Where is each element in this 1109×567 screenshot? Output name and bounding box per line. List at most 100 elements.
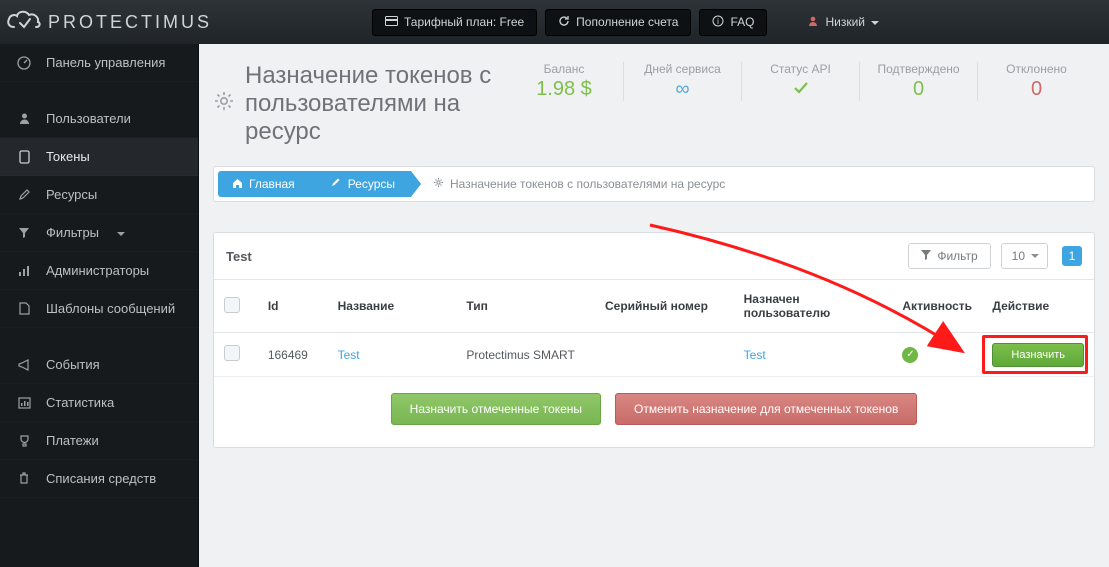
sidebar-item-label: Панель управления [46, 55, 165, 70]
stats-bar: Баланс 1.98 $ Дней сервиса ∞ Статус API … [505, 62, 1095, 101]
stat-confirmed: Подтверждено 0 [859, 62, 977, 101]
sidebar-item-debits[interactable]: Списания средств [0, 460, 198, 498]
col-action: Действие [982, 280, 1094, 333]
col-assigned: Назначен пользователю [734, 280, 893, 333]
sidebar-item-label: Списания средств [46, 471, 156, 486]
col-id: Id [258, 280, 328, 333]
page-title: Назначение токенов с пользователями на р… [213, 62, 505, 146]
table-header-row: Id Название Тип Серийный номер Назначен … [214, 280, 1094, 333]
stat-value: ∞ [628, 78, 737, 101]
chart-icon [16, 397, 32, 409]
breadcrumb-home[interactable]: Главная [218, 171, 311, 197]
unassign-checked-button[interactable]: Отменить назначение для отмеченных токен… [615, 393, 917, 425]
unassign-checked-label: Отменить назначение для отмеченных токен… [634, 402, 898, 416]
sidebar-item-filters[interactable]: Фильтры [0, 214, 198, 252]
topup-label: Пополнение счета [576, 15, 678, 29]
breadcrumb-label: Назначение токенов с пользователями на р… [450, 177, 725, 191]
refresh-icon [558, 15, 570, 30]
cell-name-link[interactable]: Test [338, 348, 360, 362]
select-all-checkbox[interactable] [224, 297, 240, 313]
caret-down-icon [117, 225, 125, 240]
sidebar-item-templates[interactable]: Шаблоны сообщений [0, 290, 198, 328]
bars-icon [16, 265, 32, 277]
active-check-icon: ✓ [902, 347, 918, 363]
stat-value: 0 [864, 78, 973, 101]
col-name: Название [328, 280, 457, 333]
assign-button[interactable]: Назначить [992, 343, 1084, 367]
brand-text: PROTECTIMUS [48, 12, 212, 33]
sidebar-separator [0, 82, 198, 100]
breadcrumb-label: Главная [249, 177, 295, 191]
plan-label: Тарифный план: Free [404, 15, 524, 29]
stat-rejected: Отклонено 0 [977, 62, 1095, 101]
sidebar-item-label: Пользователи [46, 111, 131, 126]
faq-label: FAQ [730, 15, 754, 29]
megaphone-icon [16, 359, 32, 371]
page-title-text: Назначение токенов с пользователями на р… [245, 62, 505, 146]
faq-button[interactable]: i FAQ [699, 9, 767, 36]
stat-value: 0 [982, 78, 1091, 101]
dashboard-icon [16, 56, 32, 70]
sidebar-item-users[interactable]: Пользователи [0, 100, 198, 138]
home-icon [232, 177, 243, 191]
tokens-table: Id Название Тип Серийный номер Назначен … [214, 280, 1094, 377]
svg-text:i: i [718, 17, 720, 26]
filter-button[interactable]: Фильтр [908, 243, 990, 269]
document-icon [16, 302, 32, 315]
sidebar-item-label: События [46, 357, 100, 372]
topbar-buttons: Тарифный план: Free Пополнение счета i F… [372, 9, 767, 36]
col-type: Тип [456, 280, 595, 333]
row-checkbox[interactable] [224, 345, 240, 361]
sidebar-item-label: Платежи [46, 433, 99, 448]
stat-label: Подтверждено [864, 62, 973, 76]
user-label: Низкий [825, 15, 865, 29]
filter-label: Фильтр [937, 249, 977, 263]
user-icon [807, 15, 819, 30]
stat-days: Дней сервиса ∞ [623, 62, 741, 101]
tokens-panel: Test Фильтр 10 1 Id Название Тип Серийны… [213, 232, 1095, 448]
content-area: Назначение токенов с пользователями на р… [199, 44, 1109, 567]
sidebar-item-tokens[interactable]: Токены [0, 138, 198, 176]
sidebar-separator [0, 328, 198, 346]
cell-assigned-link[interactable]: Test [744, 348, 766, 362]
stat-label: Отклонено [982, 62, 1091, 76]
breadcrumb-resources[interactable]: Ресурсы [311, 171, 411, 197]
page-number: 1 [1069, 249, 1076, 263]
page-size-value: 10 [1012, 249, 1025, 263]
col-serial: Серийный номер [595, 280, 734, 333]
sidebar-item-events[interactable]: События [0, 346, 198, 384]
edit-icon [16, 188, 32, 201]
page-header: Назначение токенов с пользователями на р… [199, 44, 1109, 158]
sidebar-item-label: Шаблоны сообщений [46, 301, 175, 316]
check-icon [746, 78, 855, 101]
stat-label: Статус API [746, 62, 855, 76]
page-number-badge[interactable]: 1 [1062, 246, 1082, 266]
user-menu[interactable]: Низкий [807, 15, 879, 30]
sidebar-item-resources[interactable]: Ресурсы [0, 176, 198, 214]
stat-label: Баланс [509, 62, 619, 76]
page-size-select[interactable]: 10 [1001, 243, 1048, 269]
cell-id: 166469 [258, 333, 328, 377]
panel-header: Test Фильтр 10 1 [214, 233, 1094, 280]
cell-type: Protectimus SMART [456, 333, 595, 377]
sidebar-item-statistics[interactable]: Статистика [0, 384, 198, 422]
plan-button[interactable]: Тарифный план: Free [372, 9, 537, 36]
sidebar-item-dashboard[interactable]: Панель управления [0, 44, 198, 82]
breadcrumb-label: Ресурсы [348, 177, 395, 191]
breadcrumb-current: Назначение токенов с пользователями на р… [411, 177, 725, 191]
topup-button[interactable]: Пополнение счета [545, 9, 691, 36]
gear-icon [433, 177, 444, 191]
brand-logo: PROTECTIMUS [6, 9, 212, 35]
stat-label: Дней сервиса [628, 62, 737, 76]
trophy-icon [16, 434, 32, 447]
user-icon [16, 112, 32, 125]
panel-title: Test [226, 249, 252, 264]
sidebar-item-label: Токены [46, 149, 90, 164]
filter-icon [921, 249, 931, 263]
caret-down-icon [871, 15, 879, 29]
sidebar-item-payments[interactable]: Платежи [0, 422, 198, 460]
panel-footer: Назначить отмеченные токены Отменить наз… [214, 377, 1094, 447]
sidebar-item-admins[interactable]: Администраторы [0, 252, 198, 290]
gear-icon [213, 90, 235, 119]
assign-checked-button[interactable]: Назначить отмеченные токены [391, 393, 601, 425]
